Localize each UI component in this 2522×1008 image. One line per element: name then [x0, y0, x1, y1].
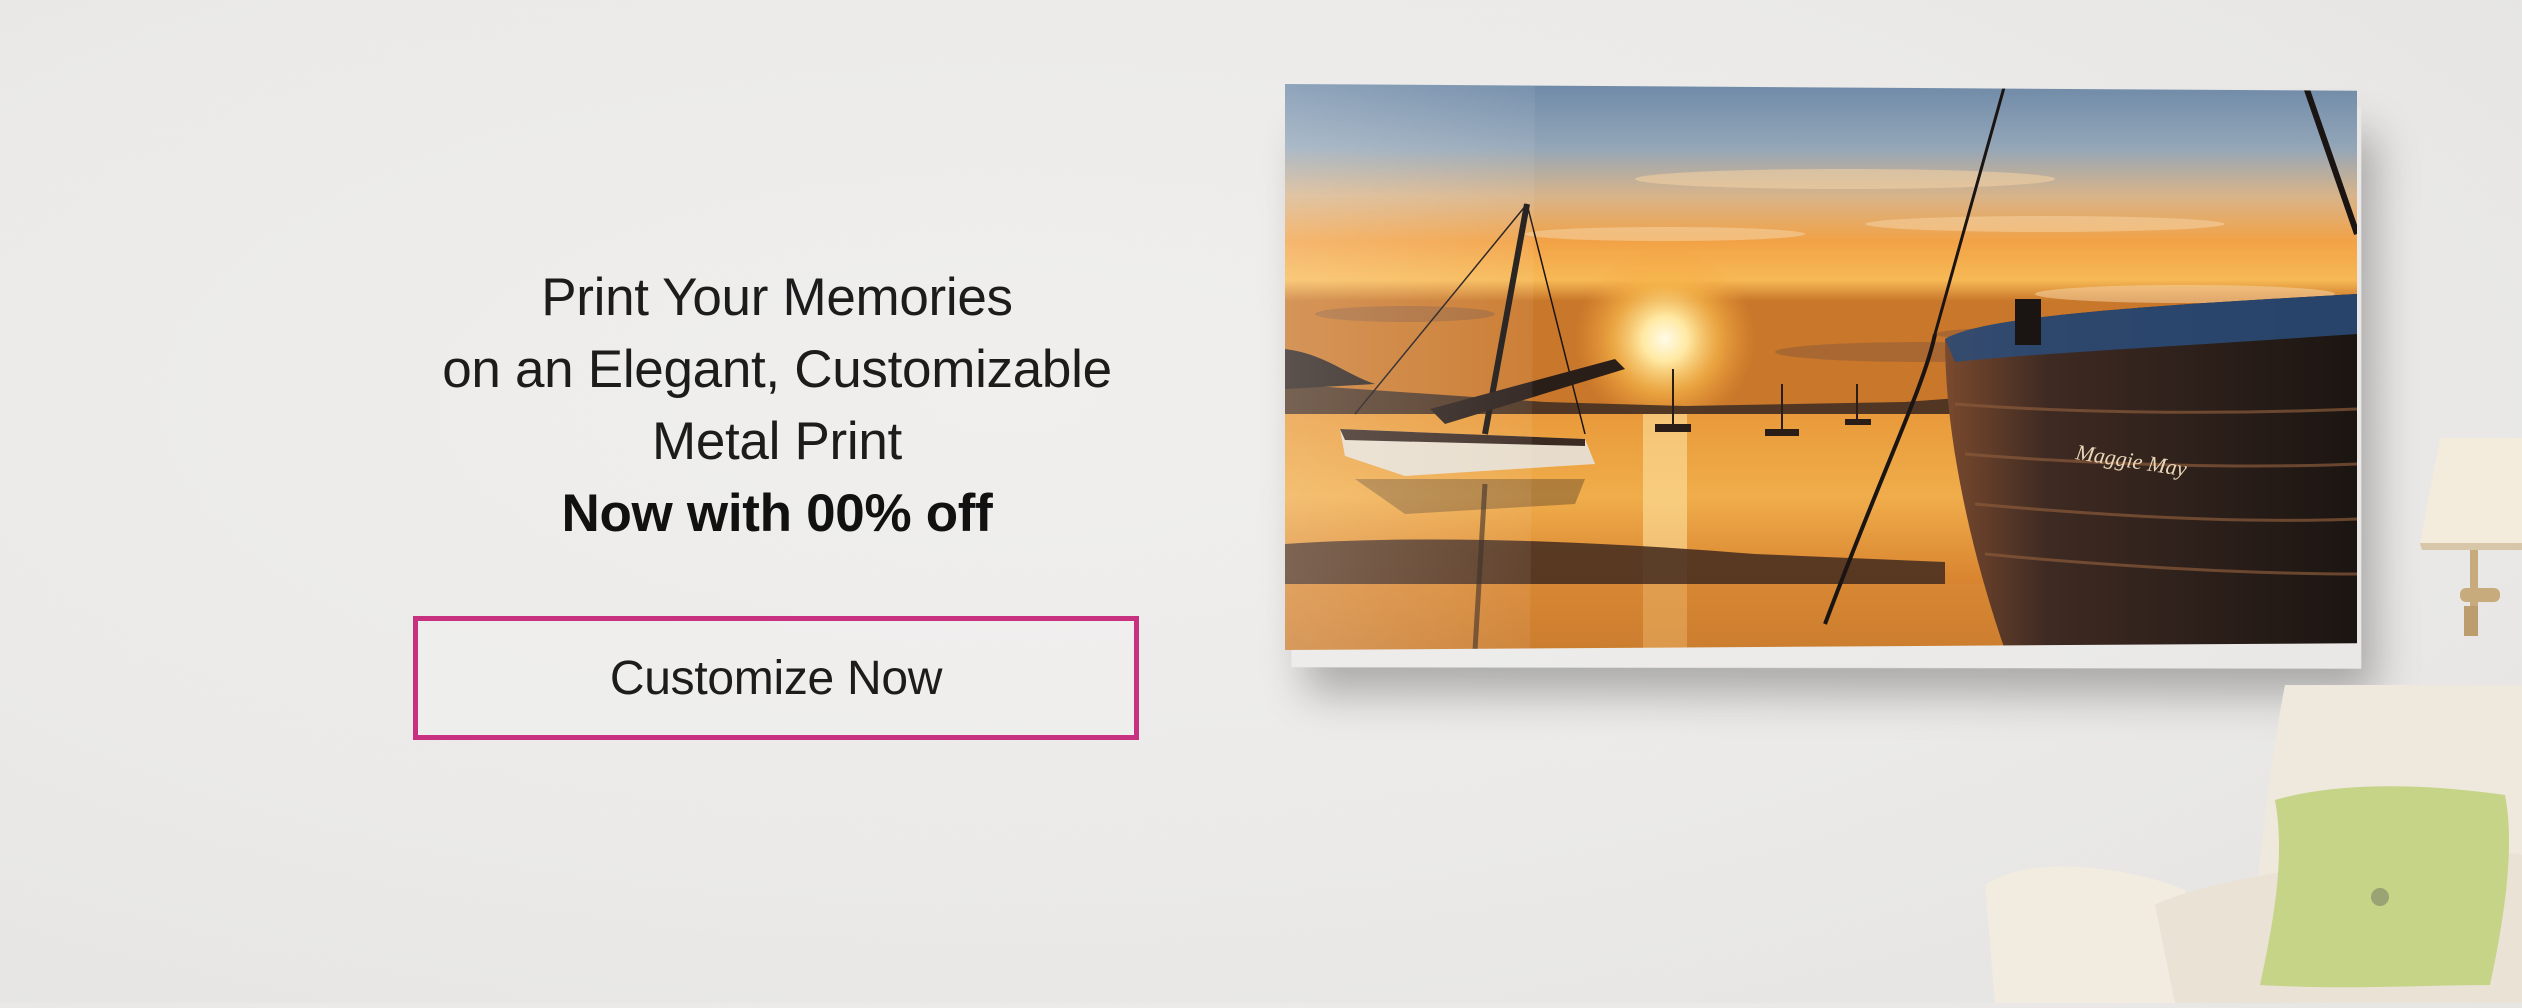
headline-line-3: Metal Print: [651, 412, 902, 471]
customize-now-button[interactable]: Customize Now: [413, 616, 1139, 740]
hero-copy: Print Your Memories on an Elegant, Custo…: [377, 262, 1177, 550]
metal-print-image[interactable]: Maggie May: [1285, 84, 2357, 650]
armchair: [1985, 682, 2522, 1003]
offer-text: Now with 00% off: [561, 484, 993, 543]
sunset-harbor-photo: Maggie May: [1285, 84, 2357, 650]
wall-lamp: [2420, 438, 2522, 643]
hero-banner: Print Your Memories on an Elegant, Custo…: [0, 0, 2522, 1003]
headline-line-1: Print Your Memories: [541, 268, 1013, 327]
headline-line-2: on an Elegant, Customizable: [442, 340, 1112, 399]
